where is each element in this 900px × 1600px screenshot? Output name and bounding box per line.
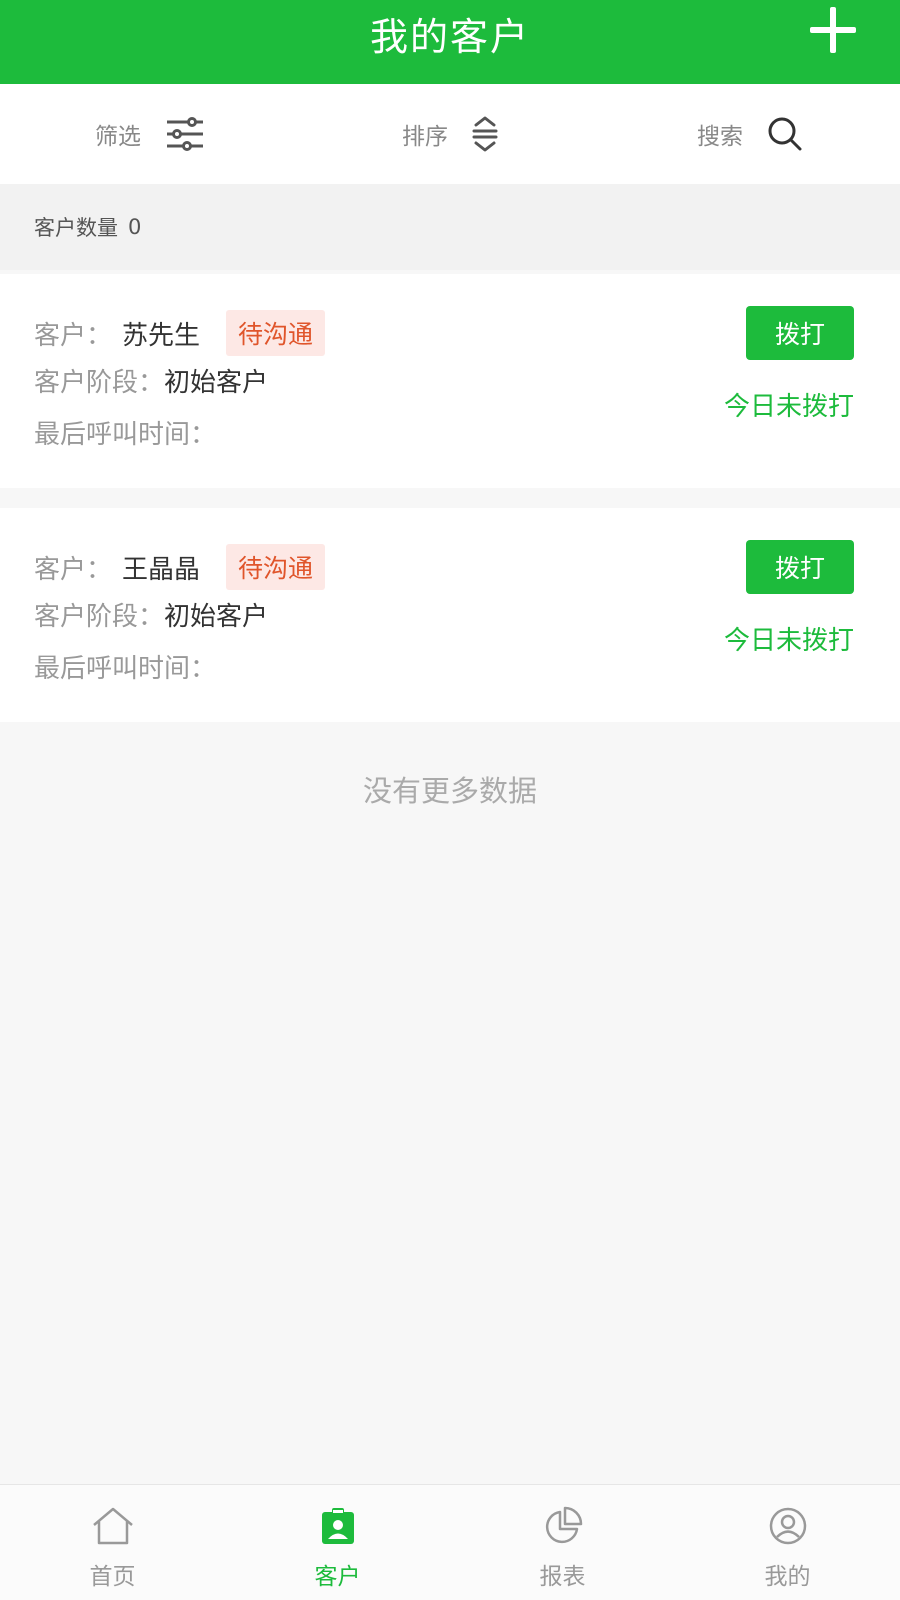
customer-card[interactable]: 客户： 苏先生 待沟通 客户阶段： 初始客户 最后呼叫时间： 拨打 今日未拨打 (0, 274, 900, 488)
customer-name-row: 客户： 苏先生 待沟通 (34, 310, 326, 356)
user-icon (769, 1507, 806, 1545)
nav-label-home: 首页 (89, 1564, 136, 1590)
customer-stage-row: 客户阶段： 初始客户 (34, 596, 268, 633)
customer-card[interactable]: 客户： 王晶晶 待沟通 客户阶段： 初始客户 最后呼叫时间： 拨打 今日未拨打 (0, 508, 900, 722)
search-icon (768, 117, 802, 151)
stage-value: 初始客户 (164, 368, 269, 398)
filter-sliders-icon (167, 117, 203, 151)
filter-button[interactable]: 筛选 (0, 84, 300, 184)
last-call-row: 最后呼叫时间： (34, 648, 216, 685)
call-status-text: 今日未拨打 (723, 626, 854, 656)
sort-button[interactable]: 排序 (300, 84, 600, 184)
customer-name: 王晶晶 (122, 554, 201, 585)
bottom-nav: 首页 客户 报表 我的 (0, 1484, 900, 1600)
stage-label: 客户阶段： (34, 602, 165, 632)
list-end-text: 没有更多数据 (362, 774, 537, 808)
customer-count-label: 客户数量 (34, 216, 118, 240)
nav-item-customers[interactable]: 客户 (225, 1485, 450, 1600)
search-button[interactable]: 搜索 (600, 84, 900, 184)
toolbar: 筛选 排序 搜索 (0, 84, 900, 184)
stage-label: 客户阶段： (34, 368, 165, 398)
filter-label: 筛选 (95, 124, 141, 150)
app: 我的客户 筛选 排序 搜索 客户数量 0 客户： 苏先生 待沟通 客户阶段： 初… (0, 0, 900, 1600)
dial-button[interactable]: 拨打 (746, 540, 854, 594)
add-customer-button[interactable] (810, 7, 856, 53)
nav-label-reports: 报表 (539, 1564, 586, 1590)
sort-icon (472, 116, 498, 152)
nav-item-reports[interactable]: 报表 (450, 1485, 675, 1600)
pie-chart-icon (545, 1506, 582, 1544)
home-icon (92, 1507, 133, 1545)
customer-stage-row: 客户阶段： 初始客户 (34, 362, 268, 399)
customer-label: 客户： (34, 554, 113, 585)
call-status-text: 今日未拨打 (723, 392, 854, 422)
status-badge: 待沟通 (226, 544, 326, 590)
nav-item-me[interactable]: 我的 (675, 1485, 900, 1600)
last-call-label: 最后呼叫时间： (34, 654, 217, 684)
customer-name: 苏先生 (122, 320, 201, 351)
nav-item-home[interactable]: 首页 (0, 1485, 225, 1600)
customer-name-row: 客户： 王晶晶 待沟通 (34, 544, 326, 590)
customer-count-row: 客户数量 0 (0, 184, 900, 270)
last-call-label: 最后呼叫时间： (34, 420, 217, 450)
dial-button[interactable]: 拨打 (746, 306, 854, 360)
nav-label-me: 我的 (764, 1564, 811, 1590)
sort-label: 排序 (402, 124, 448, 150)
search-label: 搜索 (697, 124, 743, 150)
nav-label-customers: 客户 (314, 1564, 361, 1590)
status-badge: 待沟通 (226, 310, 326, 356)
contact-card-icon (321, 1508, 354, 1544)
customer-label: 客户： (34, 320, 113, 351)
customer-count-value: 0 (128, 215, 142, 239)
last-call-row: 最后呼叫时间： (34, 414, 216, 451)
stage-value: 初始客户 (164, 602, 269, 632)
page-title: 我的客户 (369, 15, 530, 59)
top-bar: 我的客户 (0, 0, 900, 84)
